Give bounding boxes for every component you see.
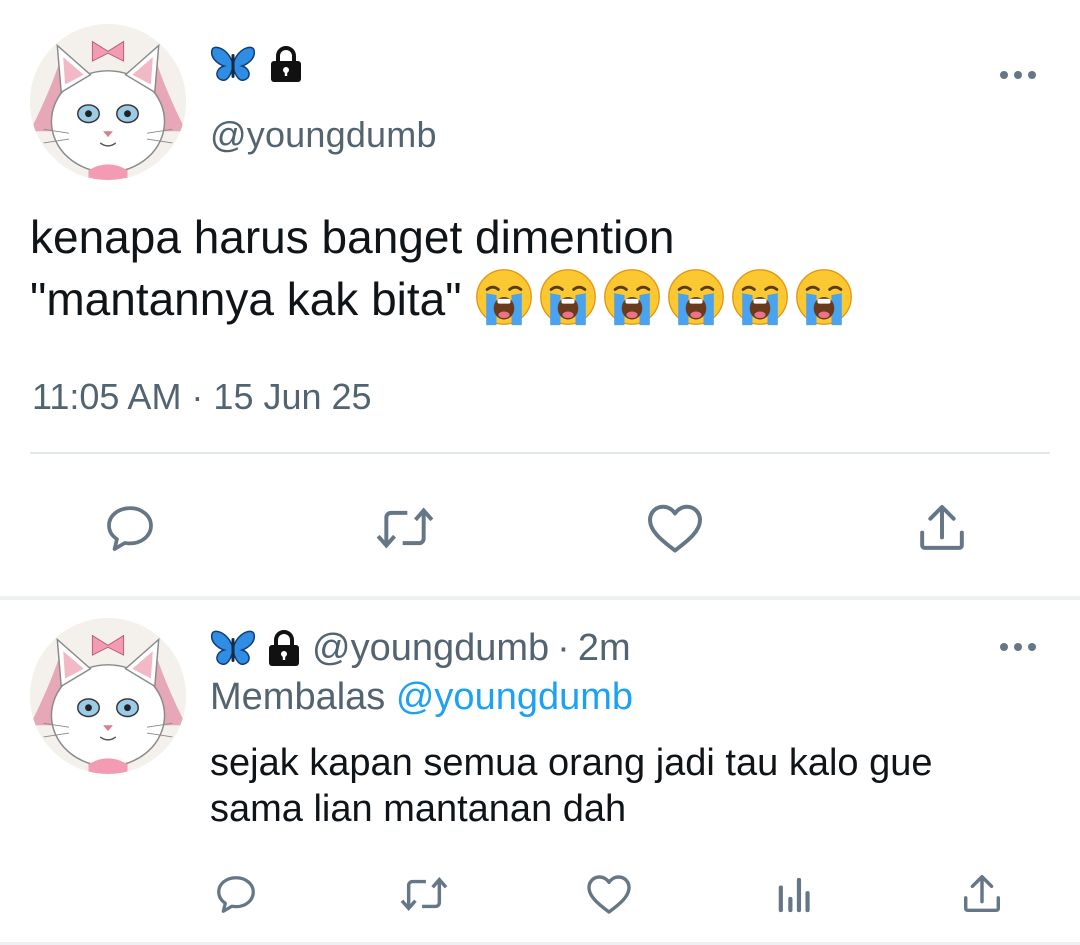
- divider: [30, 452, 1050, 454]
- reply-share-button[interactable]: [958, 870, 1006, 918]
- reply-text: sejak kapan semua orang jadi tau kalo gu…: [210, 742, 933, 830]
- reply-separator: ·: [557, 626, 570, 669]
- reply-analytics-button[interactable]: [772, 872, 816, 918]
- loudly-crying-face-icon: [475, 268, 532, 325]
- loudly-crying-face-icon: [667, 268, 724, 325]
- reply-button[interactable]: [100, 498, 160, 558]
- reply-time[interactable]: 2m: [578, 627, 631, 670]
- section-separator: [0, 596, 1080, 600]
- replying-mention-link[interactable]: @youngdumb: [396, 676, 633, 718]
- share-icon: [920, 505, 964, 550]
- analytics-icon: [778, 877, 810, 913]
- share-button[interactable]: [912, 498, 972, 558]
- tweet-text-line-1: kenapa harus banget dimention: [30, 211, 675, 263]
- cat-avatar-image: [30, 618, 186, 774]
- reply-more-options-icon[interactable]: [998, 640, 1038, 654]
- reply-reply-button[interactable]: [212, 870, 260, 918]
- loudly-crying-face-icon: [731, 268, 788, 325]
- display-name[interactable]: [210, 44, 306, 84]
- tweet-text: kenapa harus banget dimention "mantannya…: [30, 206, 1050, 333]
- more-options-icon[interactable]: [998, 68, 1038, 82]
- loudly-crying-face-icon: [539, 268, 596, 325]
- retweet-icon: [376, 507, 434, 549]
- reply-like-button[interactable]: [584, 870, 634, 918]
- like-icon: [587, 875, 631, 914]
- replying-label: Membalas: [210, 676, 386, 718]
- reply-icon: [107, 506, 153, 551]
- tweet-timestamp[interactable]: 11:05 AM · 15 Jun 25: [32, 376, 372, 418]
- lock-icon: [271, 46, 301, 82]
- blue-butterfly-icon: [210, 630, 256, 665]
- share-icon: [963, 875, 1001, 913]
- emoji-row: [474, 267, 854, 327]
- blue-butterfly-icon: [210, 46, 256, 81]
- replying-to: Membalas @youngdumb: [210, 676, 633, 719]
- retweet-icon: [400, 877, 448, 911]
- lock-icon: [269, 630, 299, 666]
- tweet-handle[interactable]: @youngdumb: [210, 114, 437, 156]
- tweet-text-line-2: "mantannya kak bita": [30, 268, 1050, 333]
- reply-handle[interactable]: @youngdumb: [312, 627, 549, 670]
- tweet-text-quote: "mantannya kak bita": [30, 273, 462, 325]
- like-icon: [648, 504, 702, 553]
- reply-avatar[interactable]: [30, 618, 186, 774]
- loudly-crying-face-icon: [795, 268, 852, 325]
- cat-avatar-image: [30, 24, 186, 180]
- avatar[interactable]: [30, 24, 186, 180]
- reply-retweet-button[interactable]: [396, 870, 452, 918]
- reply-header: @youngdumb · 2m: [210, 624, 631, 672]
- tweet-thread: @youngdumb kenapa harus banget dimention…: [0, 0, 1080, 945]
- retweet-button[interactable]: [370, 498, 440, 558]
- loudly-crying-face-icon: [603, 268, 660, 325]
- like-button[interactable]: [644, 498, 706, 558]
- reply-icon: [217, 876, 255, 913]
